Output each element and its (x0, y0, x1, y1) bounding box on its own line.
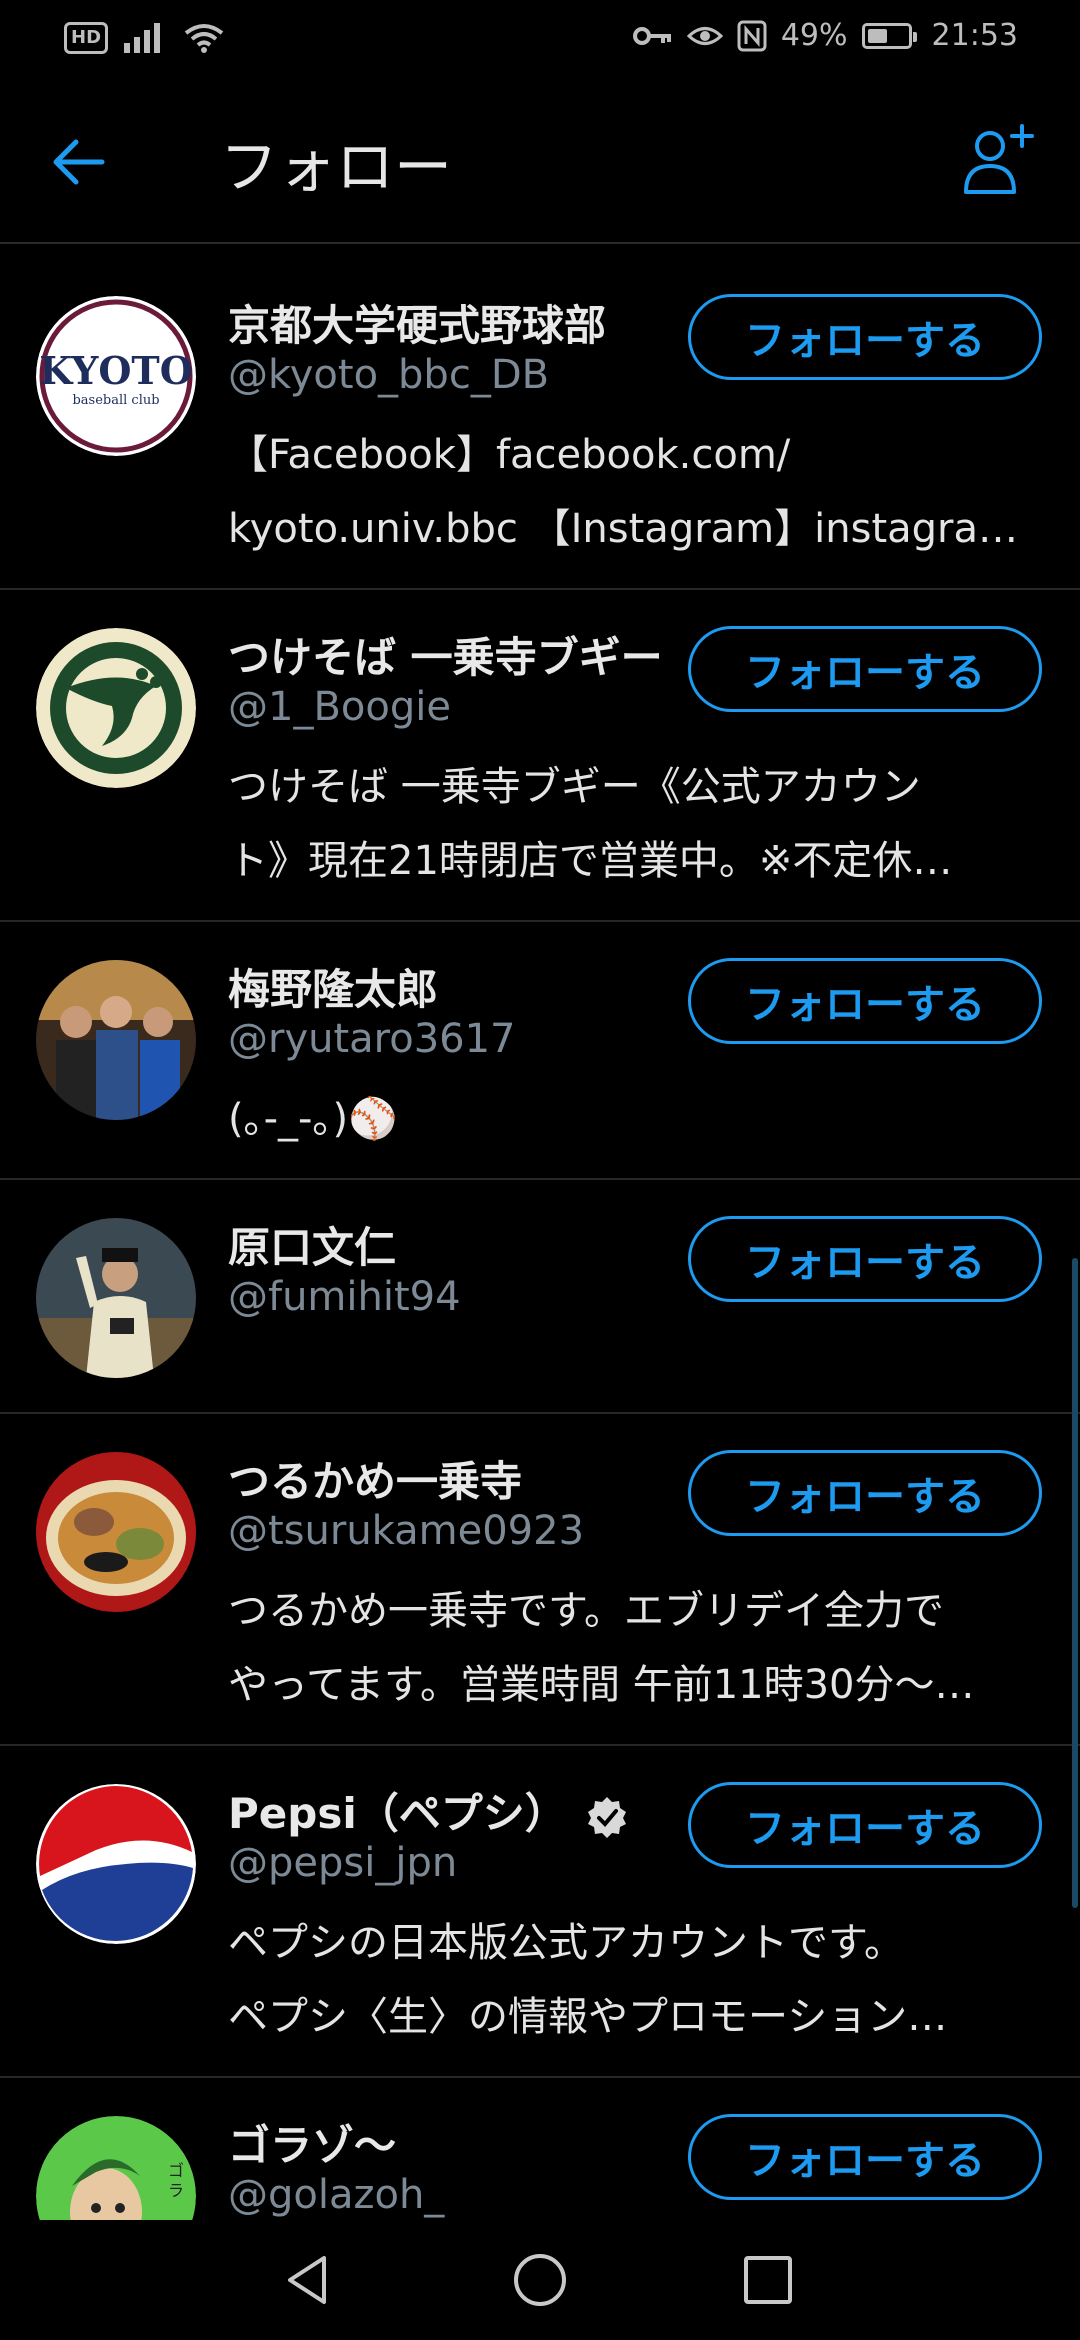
follow-button[interactable]: フォローする (688, 1216, 1042, 1302)
page-title: フォロー (220, 133, 453, 201)
triangle-back-icon[interactable] (278, 2250, 338, 2310)
user-name: Pepsi（ペプシ） (228, 1780, 629, 1841)
user-name: つるかめ一乗寺 (228, 1457, 523, 1506)
user-handle: @golazoh_ (228, 2172, 445, 2218)
user-bio: ペプシの日本版公式アカウントです。 ペプシ〈生〉の情報やプロモーション… (228, 1920, 948, 2040)
follow-button[interactable]: フォローする (688, 1782, 1042, 1868)
user-handle: @kyoto_bbc_DB (228, 352, 550, 398)
user-handle: @fumihit94 (228, 1274, 461, 1320)
follow-button[interactable]: フォローする (688, 958, 1042, 1044)
person-add-icon[interactable] (960, 122, 1036, 198)
status-bar: HD 49% 21:53 (0, 0, 1080, 76)
avatar[interactable]: ゴ ラ (36, 2116, 196, 2220)
system-nav-bar (0, 2220, 1080, 2340)
user-name: 京都大学硬式野球部 (228, 301, 607, 350)
user-handle: @ryutaro3617 (228, 1016, 516, 1062)
user-bio: つるかめ一乗寺です。エブリデイ全力で やってます。営業時間 午前11時30分〜… (228, 1588, 975, 1708)
follow-button[interactable]: フォローする (688, 2114, 1042, 2200)
user-handle: @1_Boogie (228, 684, 451, 730)
user-name: つけそば 一乗寺ブギー (228, 633, 663, 682)
svg-text:ゴ: ゴ (168, 2161, 184, 2180)
follow-button[interactable]: フォローする (688, 1450, 1042, 1536)
verified-badge-icon (587, 1796, 626, 1838)
avatar[interactable] (36, 1784, 196, 1944)
list-item[interactable]: ゴ ラ ゴラゾ〜 @golazoh_ フォローする (0, 2078, 1080, 2220)
follow-button[interactable]: フォローする (688, 626, 1042, 712)
avatar[interactable] (36, 628, 196, 788)
follow-button[interactable]: フォローする (688, 294, 1042, 380)
avatar[interactable] (36, 960, 196, 1120)
battery-icon (861, 22, 917, 49)
user-name: 梅野隆太郎 (228, 965, 439, 1014)
avatar[interactable] (36, 1452, 196, 1612)
list-item[interactable]: 原口文仁 @fumihit94 フォローする (0, 1180, 1080, 1414)
svg-text:KYOTO: KYOTO (39, 348, 193, 393)
nfc-icon (737, 20, 767, 51)
battery-percent: 49% (780, 18, 848, 53)
hd-indicator: HD (64, 22, 109, 54)
eye-icon (686, 26, 723, 45)
user-name: ゴラゾ〜 (228, 2121, 397, 2170)
user-name: 原口文仁 (228, 1223, 397, 1272)
arrow-left-icon[interactable] (48, 132, 108, 192)
list-item[interactable]: つるかめ一乗寺 @tsurukame0923 つるかめ一乗寺です。エブリデイ全力… (0, 1414, 1080, 1746)
clock: 21:53 (931, 18, 1018, 53)
scrollbar[interactable] (1072, 1258, 1078, 1908)
svg-text:ラ: ラ (168, 2181, 184, 2200)
list-item[interactable]: Pepsi（ペプシ） @pepsi_jpn ペプシの日本版公式アカウントです。 … (0, 1746, 1080, 2078)
wifi-icon (184, 24, 224, 53)
user-bio: 【Facebook】facebook.com/ kyoto.univ.bbc 【… (228, 432, 1018, 552)
avatar[interactable]: KYOTO baseball club (36, 296, 196, 456)
user-handle: @pepsi_jpn (228, 1840, 458, 1886)
list-item[interactable]: KYOTO baseball club 京都大学硬式野球部 @kyoto_bbc… (0, 258, 1080, 590)
list-item[interactable]: 梅野隆太郎 @ryutaro3617 (｡-_-｡)⚾ フォローする (0, 922, 1080, 1180)
square-recents-icon[interactable] (738, 2250, 798, 2310)
key-icon (632, 26, 671, 45)
user-bio: つけそば 一乗寺ブギー《公式アカウン ト》現在21時閉店で営業中。※不定休… (228, 764, 953, 884)
signal-icon (124, 23, 161, 53)
list-item[interactable]: つけそば 一乗寺ブギー @1_Boogie つけそば 一乗寺ブギー《公式アカウン… (0, 590, 1080, 922)
avatar[interactable] (36, 1218, 196, 1378)
svg-text:baseball club: baseball club (72, 393, 159, 408)
user-bio: (｡-_-｡)⚾ (228, 1096, 398, 1142)
circle-home-icon[interactable] (510, 2250, 570, 2310)
user-handle: @tsurukame0923 (228, 1508, 585, 1554)
top-app-bar: フォロー (0, 76, 1080, 244)
following-list: KYOTO baseball club 京都大学硬式野球部 @kyoto_bbc… (0, 258, 1080, 2220)
